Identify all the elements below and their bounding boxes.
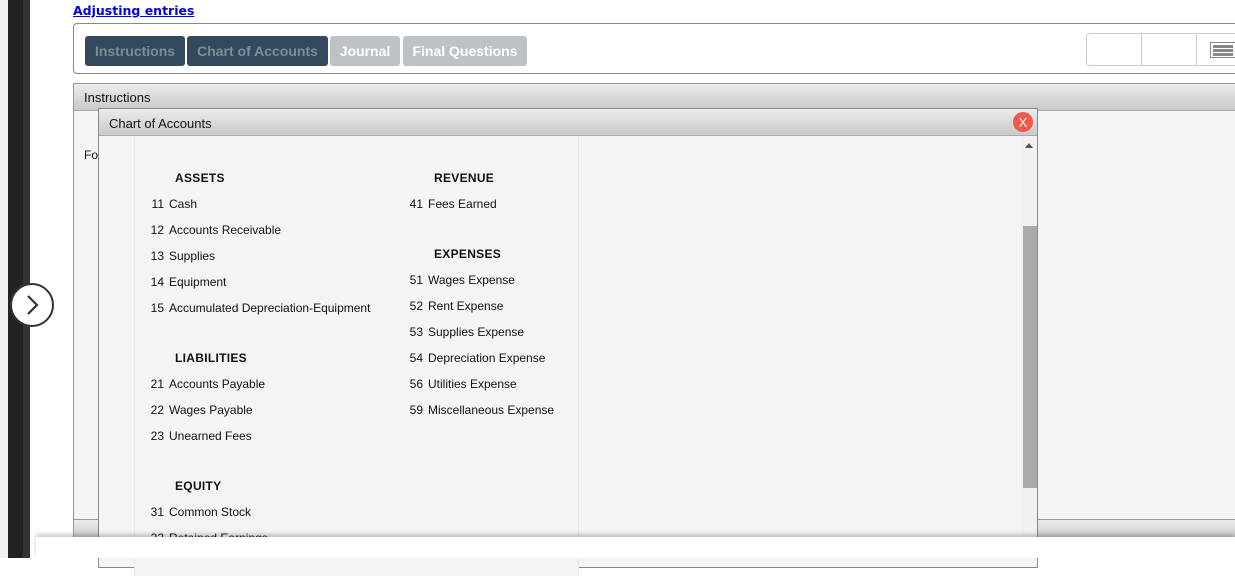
account-number: 54 bbox=[409, 351, 423, 365]
account-section: ASSETS 11 Cash 12 Accounts Receivable 13 Suppl… bbox=[135, 171, 371, 327]
account-section: EXPENSES 51 Wages Expense 52 Rent Expense 53 S… bbox=[394, 247, 554, 429]
instructions-text: Fo bbox=[84, 148, 99, 162]
chart-of-accounts-dialog: Chart of Accounts X ASSETS 11 Cash 12 Accoun… bbox=[98, 108, 1038, 576]
account-name: Supplies bbox=[169, 249, 216, 263]
account-row: 12 Accounts Receivable bbox=[135, 223, 370, 249]
account-name: Accounts Receivable bbox=[169, 223, 282, 237]
account-row: 21 Accounts Payable bbox=[135, 377, 370, 403]
account-name: Rent Expense bbox=[428, 299, 504, 313]
scrollbar[interactable] bbox=[1021, 136, 1037, 556]
account-section: LIABILITIES 21 Accounts Payable 22 Wages Pay… bbox=[135, 351, 370, 455]
section-heading: ASSETS bbox=[175, 171, 225, 185]
tab-journal[interactable]: Journal bbox=[330, 36, 400, 66]
tab-final-questions[interactable]: Final Questions bbox=[403, 36, 527, 66]
account-section: REVENUE 41 Fees Earned bbox=[394, 171, 554, 223]
account-number: 31 bbox=[150, 505, 164, 519]
side-drawer-edge bbox=[23, 0, 30, 558]
account-name: Unearned Fees bbox=[169, 429, 252, 443]
account-number: 51 bbox=[409, 273, 423, 287]
account-row: 56 Utilities Expense bbox=[394, 377, 554, 403]
account-name: Supplies Expense bbox=[428, 325, 525, 339]
account-row: 59 Miscellaneous Expense bbox=[394, 403, 554, 429]
dialog-header: Chart of Accounts bbox=[99, 109, 1037, 136]
bottom-bar bbox=[36, 537, 1235, 558]
account-number: 14 bbox=[150, 275, 164, 289]
account-number: 12 bbox=[150, 223, 164, 237]
section-heading: EQUITY bbox=[175, 479, 222, 493]
account-row: 54 Depreciation Expense bbox=[394, 351, 554, 377]
account-name: Accumulated Depreciation-Equipment bbox=[169, 301, 371, 315]
account-row: 41 Fees Earned bbox=[394, 197, 554, 223]
account-number: 53 bbox=[409, 325, 423, 339]
account-number: 22 bbox=[150, 403, 164, 417]
page-title-link[interactable]: Adjusting entries bbox=[73, 3, 194, 18]
account-row: 22 Wages Payable bbox=[135, 403, 370, 429]
account-number: 56 bbox=[409, 377, 423, 391]
tab-instructions[interactable]: Instructions bbox=[85, 36, 185, 66]
account-row: 13 Supplies bbox=[135, 249, 370, 275]
left-edge bbox=[0, 0, 8, 558]
account-number: 11 bbox=[151, 197, 164, 211]
account-number: 23 bbox=[150, 429, 164, 443]
account-row: 52 Rent Expense bbox=[394, 299, 554, 325]
section-heading: EXPENSES bbox=[434, 247, 502, 261]
scroll-up-arrow-icon[interactable] bbox=[1025, 143, 1033, 148]
account-name: Accounts Payable bbox=[169, 377, 266, 391]
accounts-column-left: ASSETS 11 Cash 12 Accounts Receivable 13 Suppl… bbox=[135, 171, 371, 557]
accounts-column-right: REVENUE 41 Fees Earned EXPENSES 51 Wages Expe… bbox=[394, 171, 554, 429]
account-name: Wages Payable bbox=[169, 403, 253, 417]
account-row: 53 Supplies Expense bbox=[394, 325, 554, 351]
account-name: Equipment bbox=[169, 275, 227, 289]
account-name: Common Stock bbox=[169, 505, 252, 519]
tab-chart-of-accounts[interactable]: Chart of Accounts bbox=[187, 36, 328, 66]
account-row: 11 Cash bbox=[135, 197, 370, 223]
account-number: 59 bbox=[409, 403, 423, 417]
account-name: Wages Expense bbox=[428, 273, 515, 287]
account-row: 51 Wages Expense bbox=[394, 273, 554, 299]
account-name: Cash bbox=[169, 197, 198, 211]
accounts-content: ASSETS 11 Cash 12 Accounts Receivable 13 Suppl… bbox=[134, 136, 579, 576]
account-number: 41 bbox=[409, 197, 423, 211]
side-drawer bbox=[8, 0, 23, 558]
chevron-right-icon[interactable] bbox=[10, 283, 54, 327]
account-number: 21 bbox=[150, 377, 164, 391]
scrollbar-thumb[interactable] bbox=[1023, 226, 1037, 488]
account-row: 14 Equipment bbox=[135, 275, 370, 301]
account-name: Depreciation Expense bbox=[428, 351, 546, 365]
account-number: 15 bbox=[150, 301, 164, 315]
account-name: Fees Earned bbox=[428, 197, 497, 211]
account-number: 52 bbox=[409, 299, 423, 313]
panel-header: Instructions bbox=[74, 84, 1235, 111]
account-row: 31 Common Stock bbox=[135, 505, 370, 531]
account-name: Miscellaneous Expense bbox=[428, 403, 555, 417]
account-name: Utilities Expense bbox=[428, 377, 517, 391]
section-heading: LIABILITIES bbox=[175, 351, 247, 365]
close-icon[interactable]: X bbox=[1013, 112, 1033, 132]
account-row: 15 Accumulated Depreciation-Equipment bbox=[135, 301, 371, 327]
account-row: 23 Unearned Fees bbox=[135, 429, 370, 455]
account-number: 13 bbox=[150, 249, 164, 263]
menu-icon[interactable] bbox=[1210, 42, 1235, 58]
section-heading: REVENUE bbox=[434, 171, 495, 185]
